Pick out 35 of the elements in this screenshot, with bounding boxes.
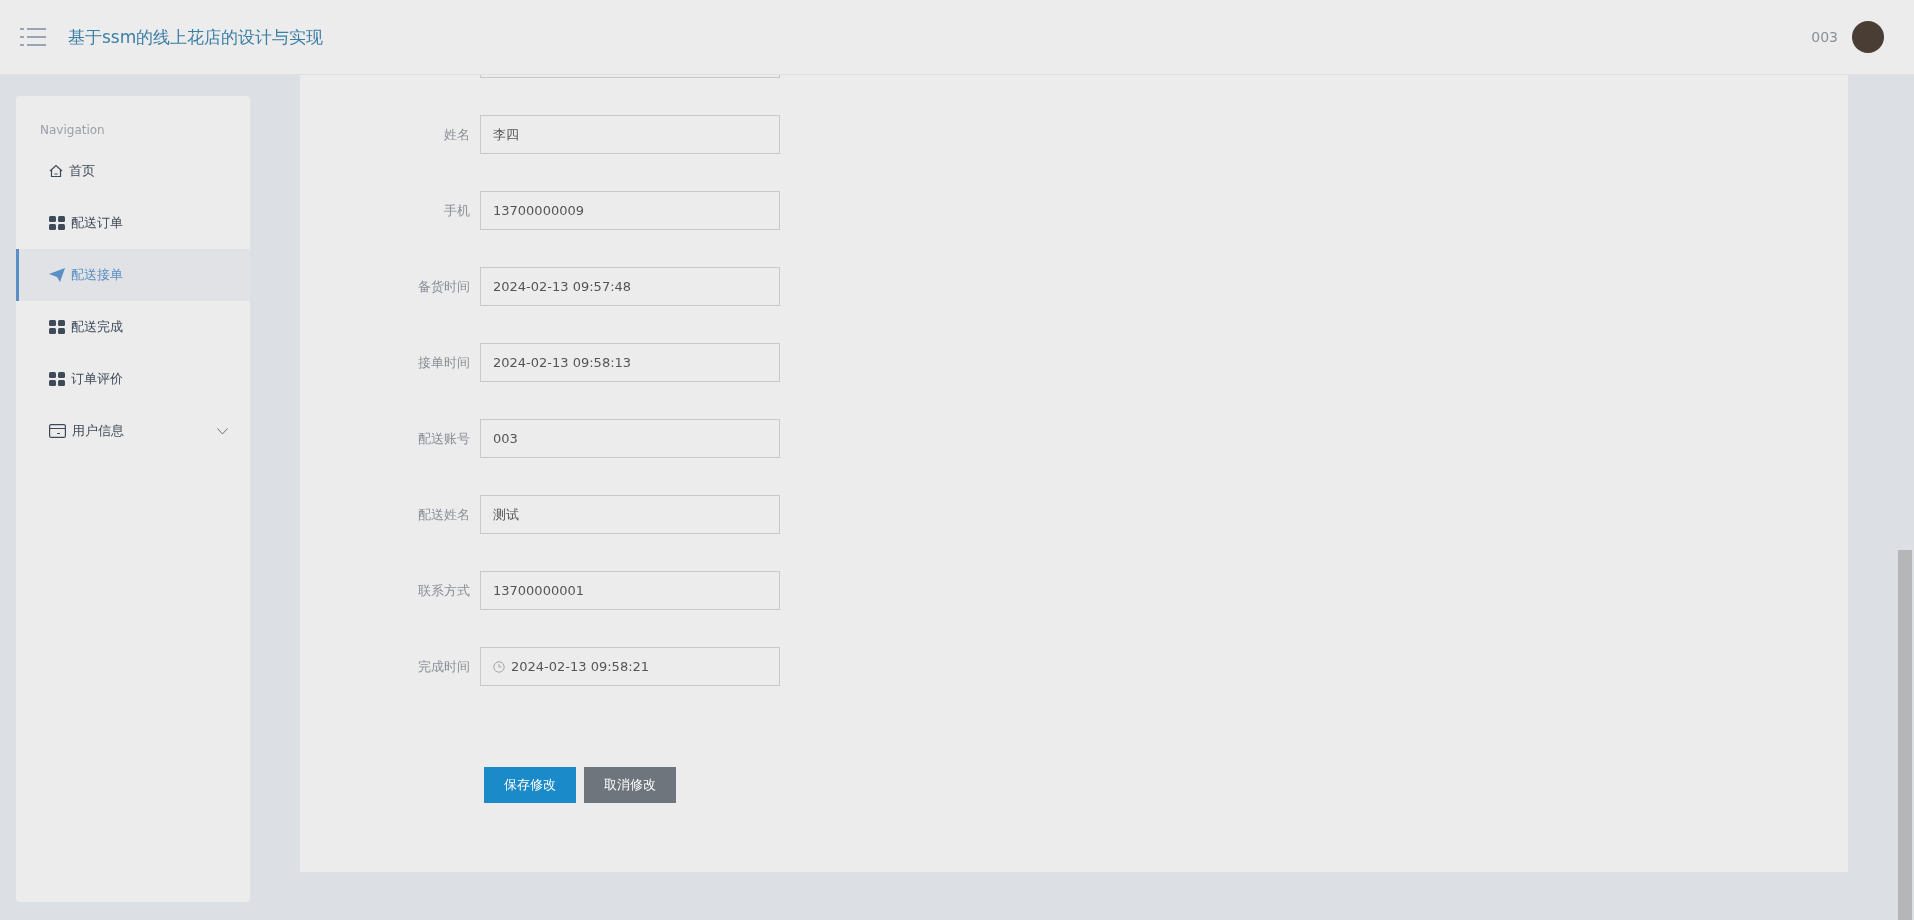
- save-button[interactable]: 保存修改: [484, 767, 576, 803]
- input-field[interactable]: 测试: [480, 495, 780, 534]
- paper-plane-icon: [49, 268, 65, 282]
- grid-icon: [49, 216, 65, 230]
- grid-icon: [49, 372, 65, 386]
- menu-icon[interactable]: [20, 27, 46, 47]
- field-label: 备货时间: [417, 277, 471, 296]
- sidebar-item[interactable]: 用户信息: [16, 405, 250, 457]
- avatar[interactable]: [1852, 21, 1884, 53]
- field-label: 联系方式: [417, 581, 471, 600]
- site-title: 基于ssm的线上花店的设计与实现: [68, 25, 324, 49]
- input-field[interactable]: 2024-02-13 09:57:48: [480, 267, 780, 306]
- scrollbar[interactable]: [1898, 550, 1912, 920]
- field-label: 完成时间: [417, 657, 471, 676]
- nav-heading: Navigation: [39, 122, 106, 139]
- input-field[interactable]: 2024-02-13 09:58:13: [480, 343, 780, 382]
- clock-icon: [493, 660, 505, 673]
- input-field[interactable]: 2024-02-13 09:58:21: [480, 647, 780, 686]
- card-icon: [49, 424, 66, 438]
- sidebar-item[interactable]: 订单评价: [16, 353, 250, 405]
- sidebar-item[interactable]: 首页: [16, 145, 250, 197]
- input-field[interactable]: 13700000001: [480, 571, 780, 610]
- field-label: 配送账号: [417, 429, 471, 448]
- home-icon: [49, 164, 63, 178]
- input-field[interactable]: 李四: [480, 115, 780, 154]
- sidebar-item[interactable]: 配送完成: [16, 301, 250, 353]
- sidebar-item[interactable]: 配送订单: [16, 197, 250, 249]
- cancel-button[interactable]: 取消修改: [584, 767, 676, 803]
- input-field[interactable]: 13700000009: [480, 191, 780, 230]
- field-label: 接单时间: [417, 353, 471, 372]
- input-field[interactable]: 003: [480, 419, 780, 458]
- field-label: 手机: [443, 201, 471, 220]
- grid-icon: [49, 320, 65, 334]
- field-label: 配送姓名: [417, 505, 471, 524]
- field-label: 姓名: [443, 125, 471, 144]
